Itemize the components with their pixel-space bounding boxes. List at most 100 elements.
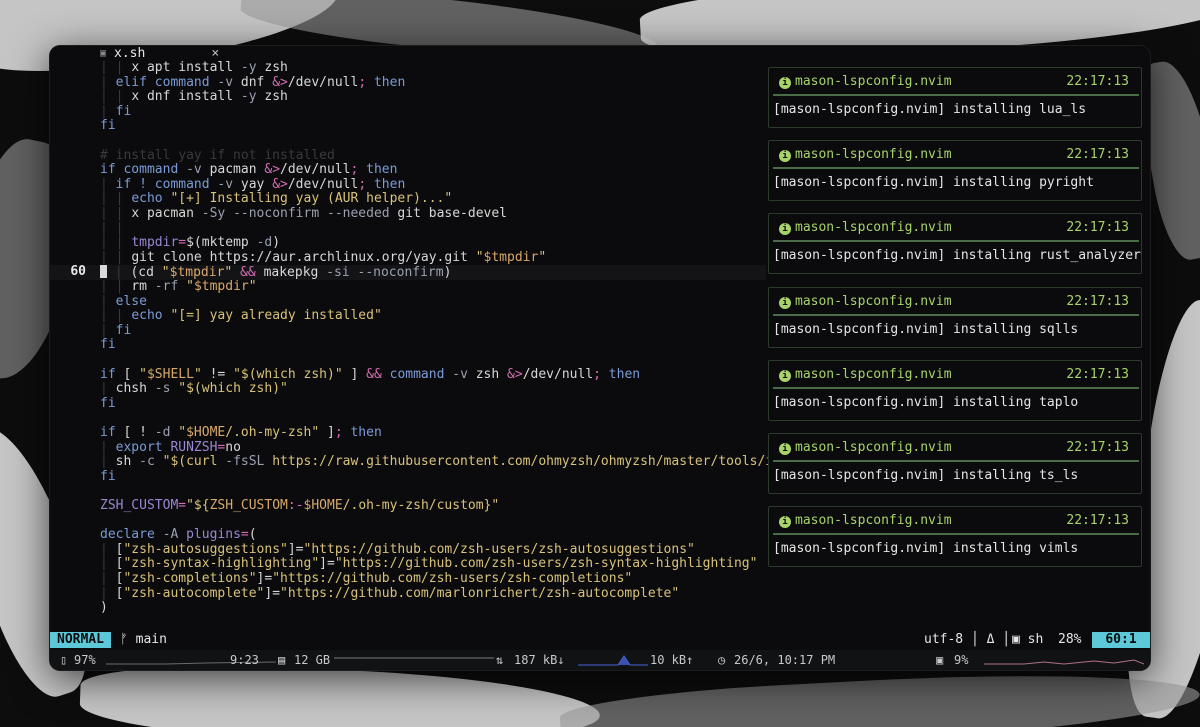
code-text: | | rm -rf "$tmpdir" (100, 279, 257, 295)
code-line[interactable]: fi (50, 468, 766, 485)
code-token: " (139, 366, 147, 382)
code-token: = (178, 235, 187, 251)
code-token: then (358, 162, 398, 178)
code-line[interactable]: | fi (50, 323, 766, 339)
notification-divider (773, 533, 1139, 536)
code-line[interactable] (50, 514, 766, 529)
notification[interactable]: i mason-lspconfig.nvim 22:17:13 [mason-lspc… (768, 213, 1142, 275)
notification[interactable]: i mason-lspconfig.nvim 22:17:13 [mason-lspc… (768, 67, 1142, 128)
code-line[interactable] (50, 353, 766, 368)
code-line[interactable]: ) (50, 600, 766, 616)
notification-source: mason-lspconfig.nvim (795, 440, 952, 455)
code-line[interactable]: | else (50, 294, 766, 310)
code-line[interactable]: | ["zsh-syntax-highlighting"]="https://g… (50, 557, 766, 572)
code-line[interactable]: fi (50, 338, 766, 353)
branch-icon: ᚠ (120, 632, 128, 647)
info-icon: i (779, 77, 791, 89)
code-line[interactable]: | | (50, 221, 766, 237)
code-line[interactable]: fi (50, 119, 766, 134)
code-line[interactable]: | ["zsh-completions"]="https://github.co… (50, 571, 766, 587)
memory-graph (334, 657, 494, 659)
notification-header: i mason-lspconfig.nvim 22:17:13 (779, 73, 1133, 91)
code-token: "https://github.com/zsh-users/zsh-syntax… (334, 556, 758, 572)
code-text: | elif command -v dnf &>/dev/null; then (100, 74, 405, 91)
code-line[interactable]: ZSH_CUSTOM="${ZSH_CUSTOM:-$HOME/.oh-my-z… (50, 498, 766, 514)
notification[interactable]: i mason-lspconfig.nvim 22:17:13 [mason-lspc… (768, 286, 1142, 348)
code-token: " (475, 249, 484, 265)
code-token: | | (100, 308, 132, 324)
code-line[interactable]: if command -v pacman &>/dev/null; then (50, 162, 766, 178)
code-line[interactable]: | if ! command -v yay &>/dev/null; then (50, 176, 766, 193)
notification[interactable]: i mason-lspconfig.nvim 22:17:13 [mason-lspc… (768, 359, 1142, 421)
code-token: "[=] yay already installed" (170, 308, 382, 324)
code-token: then (366, 176, 406, 192)
code-line[interactable]: | chsh -s "$(which zsh)" (50, 381, 766, 397)
notification-source: mason-lspconfig.nvim (795, 220, 952, 236)
code-line[interactable]: | | git clone https://aur.archlinux.org/… (50, 249, 766, 266)
notification-time: 22:17:13 (1066, 293, 1129, 309)
code-line[interactable]: # install yay if not installed (50, 148, 766, 164)
encoding: utf-8 │ Δ │ (924, 632, 1011, 647)
code-token: RUNZSH (170, 439, 218, 455)
code-text: | fi (100, 323, 131, 339)
code-token: | | (100, 249, 132, 265)
notification-time: 22:17:13 (1066, 440, 1129, 455)
code-token: -v (452, 366, 468, 382)
code-line[interactable]: declare -A plugins=( (50, 527, 766, 543)
code-token: zsh (256, 60, 288, 75)
code-token: if command (100, 162, 187, 178)
statusline: NORMAL ᚠ main utf-8 │ Δ │ ▣ sh 28% 60:1 (50, 632, 1150, 648)
code-token: pacman (201, 162, 265, 178)
code-line[interactable]: if [ "$SHELL" != "$(which zsh)" ] && com… (50, 366, 766, 383)
code-token: [ ! (123, 425, 155, 440)
code-token: fi (100, 468, 116, 484)
code-line[interactable]: | export RUNZSH=no (50, 439, 766, 456)
notification[interactable]: i mason-lspconfig.nvim 22:17:13 [mason-lspc… (768, 506, 1142, 568)
code-text: | ["zsh-completions"]="https://github.co… (100, 571, 632, 587)
code-line[interactable]: | | echo "[+] Installing yay (AUR helper… (50, 192, 766, 207)
code-line[interactable]: | ["zsh-autocomplete"]="https://github.c… (50, 586, 766, 602)
info-icon: i (779, 443, 791, 455)
code-token: fi (100, 337, 116, 353)
code-token: -rf (154, 279, 179, 294)
code-line[interactable]: | | x dnf install -y zsh (50, 89, 766, 105)
code-line[interactable]: | ["zsh-autosuggestions"]="https://githu… (50, 541, 766, 558)
code-line[interactable]: if [ ! -d "$HOME/.oh-my-zsh" ]; then (50, 425, 766, 441)
code-text: | | echo "[+] Installing yay (AUR helper… (100, 192, 452, 207)
code-token: "$(which zsh)" (178, 381, 288, 397)
code-line[interactable] (50, 484, 766, 499)
current-code-line[interactable]: 60 | (cd "$tmpdir" && makepkg -si --noco… (50, 265, 766, 280)
code-line[interactable]: | | tmpdir=$(mktemp -d) (50, 235, 766, 251)
notification-divider (773, 386, 1139, 389)
code-text: fi (100, 119, 116, 134)
code-text: | export RUNZSH=no (100, 439, 241, 456)
code-editor[interactable]: | | x apt install -y zsh | elif command -… (50, 60, 812, 633)
code-token: declare (100, 527, 163, 543)
code-token: yay (233, 176, 273, 192)
code-token: $HOME (186, 425, 226, 440)
notification[interactable]: i mason-lspconfig.nvim 22:17:13 [mason-lspc… (768, 140, 1142, 202)
code-token: zsh (256, 89, 288, 105)
code-line[interactable]: | | x apt install -y zsh (50, 60, 766, 76)
code-line[interactable]: fi (50, 396, 766, 412)
code-token: "$(which zsh)" (233, 366, 343, 382)
code-token: ] (319, 425, 335, 440)
battery-level: 97% (74, 653, 96, 667)
code-line[interactable] (50, 134, 766, 149)
code-token: fi (100, 118, 116, 134)
code-line[interactable]: | | echo "[=] yay already installed" (50, 308, 766, 324)
code-token: &> (272, 74, 288, 90)
code-line[interactable]: | fi (50, 104, 766, 120)
code-line[interactable] (50, 411, 766, 426)
code-token: $(mktemp (186, 235, 257, 251)
code-token: "zsh-autosuggestions" (123, 541, 288, 557)
code-token: "zsh-syntax-highlighting" (123, 556, 320, 572)
code-line[interactable]: | sh -c "$(curl -fsSL https://raw.github… (50, 454, 812, 470)
code-line[interactable]: | | rm -rf "$tmpdir" (50, 279, 766, 295)
notification[interactable]: i mason-lspconfig.nvim 22:17:13 [mason-lspc… (768, 433, 1142, 494)
download-rate: 187 kB↓ (514, 653, 565, 667)
code-token: ZSH_CUSTOM (209, 498, 288, 513)
code-line[interactable]: | | x pacman -Sy --noconfirm --needed gi… (50, 206, 766, 222)
code-line[interactable]: | elif command -v dnf &>/dev/null; then (50, 74, 766, 91)
